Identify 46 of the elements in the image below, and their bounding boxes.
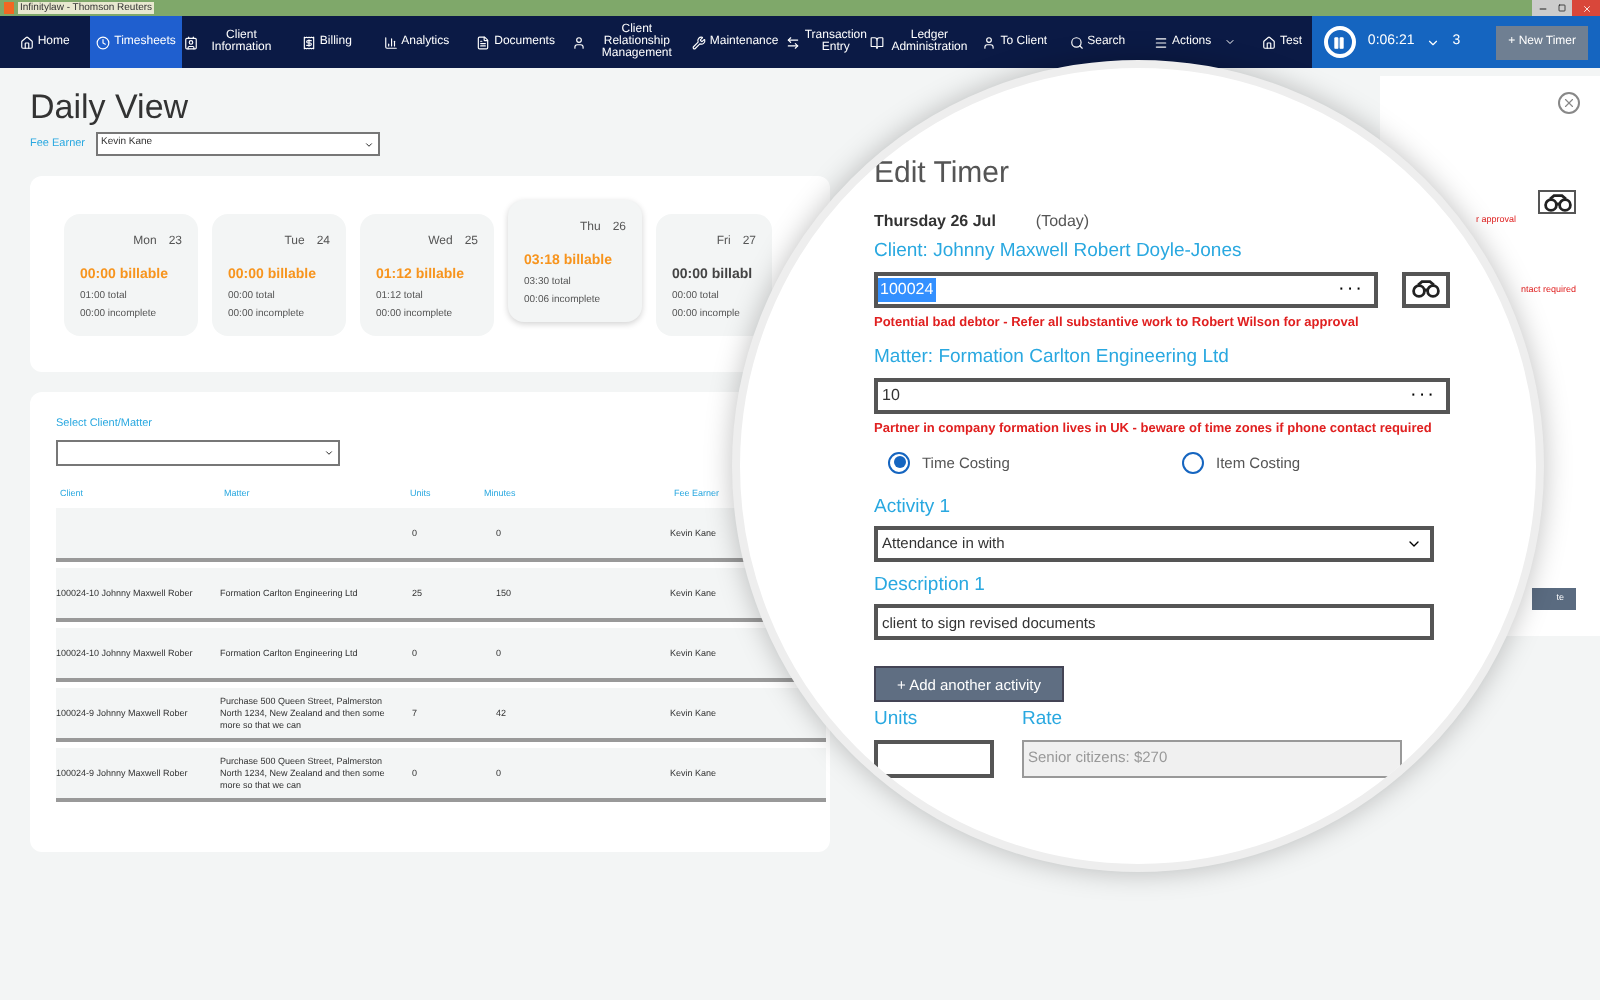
description-label: Description 1 (874, 572, 987, 600)
pause-icon[interactable] (1323, 26, 1356, 58)
app-logo-icon (4, 2, 14, 14)
caret-icon (1406, 536, 1422, 552)
binoculars-icon (1412, 280, 1440, 299)
radio-button[interactable] (888, 451, 910, 474)
binoculars-button[interactable] (1402, 271, 1450, 308)
client-field[interactable]: 100024 ··· (874, 271, 1378, 308)
radio-button[interactable] (1182, 451, 1204, 474)
close-icon[interactable] (1558, 92, 1580, 114)
more-button[interactable]: ··· (1410, 387, 1436, 404)
close-icon[interactable] (1572, 0, 1600, 16)
dialog-title: Edit Timer (874, 154, 1012, 194)
menu-icon (1153, 35, 1168, 49)
client-matter-select[interactable] (56, 440, 340, 467)
activity-label: Activity 1 (874, 493, 953, 522)
home-icon (19, 35, 34, 49)
receipt-icon (301, 35, 316, 49)
today-text: (Today) (1035, 209, 1090, 233)
binoculars-button[interactable] (1538, 190, 1576, 214)
caret-icon (363, 139, 374, 149)
person-icon (572, 35, 587, 49)
chart-icon (383, 35, 398, 49)
page-title: Daily View (30, 88, 189, 128)
caret-icon (1223, 36, 1236, 48)
rate-label: Rate (1022, 706, 1065, 735)
date-text: Thursday 26 Jul (874, 209, 996, 233)
document-icon (476, 35, 491, 49)
client-label: Client: Johnny Maxwell Robert Doyle-Jones (874, 237, 1244, 265)
units-field[interactable] (874, 739, 994, 777)
person-icon (982, 35, 997, 49)
contact-card-icon (184, 35, 199, 49)
wrench-icon (691, 35, 706, 49)
minimize-icon[interactable] (1532, 0, 1552, 16)
binoculars-icon (1543, 193, 1571, 211)
transfer-icon (786, 35, 801, 49)
matter-label: Matter: Formation Carlton Engineering Ltd (874, 343, 1231, 371)
caret-icon (324, 448, 334, 459)
search-icon (1069, 35, 1084, 49)
book-icon (870, 35, 885, 49)
clock-icon (96, 35, 111, 49)
more-button[interactable]: ··· (1338, 281, 1364, 298)
chevron-icon[interactable] (1426, 35, 1441, 49)
home-icon (1262, 35, 1276, 49)
matter-field[interactable]: 10 ··· (874, 377, 1450, 414)
units-label: Units (874, 706, 920, 735)
